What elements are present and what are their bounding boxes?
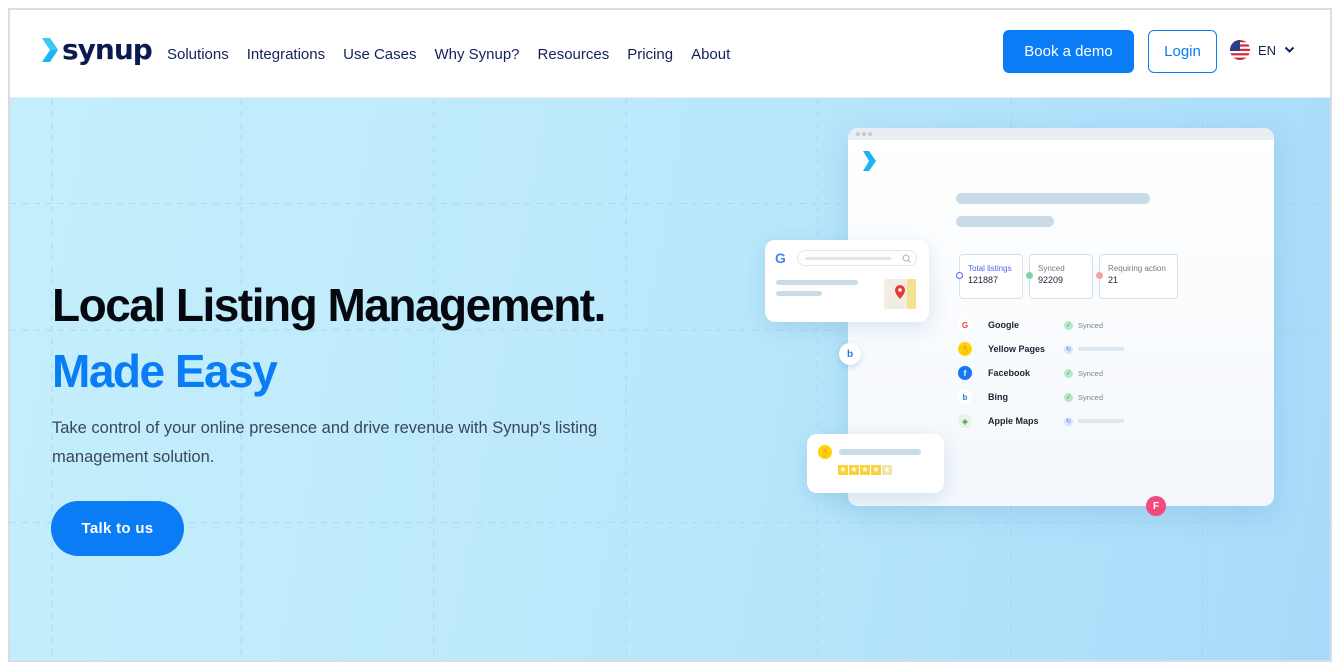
listing-row-apple-maps: ◈ Apple Maps ↻ — [958, 413, 1124, 429]
login-button[interactable]: Login — [1148, 30, 1217, 73]
review-card: ✋ ★ ★ ★ ★ ★ — [807, 434, 944, 493]
listing-name: Bing — [988, 392, 1008, 402]
listing-status: ✓ Synced — [1064, 320, 1104, 330]
listing-name: Google — [988, 320, 1019, 330]
stat-value: 21 — [1108, 275, 1119, 285]
synup-logo-mark-icon — [42, 38, 58, 62]
listing-status: ↻ — [1064, 416, 1124, 426]
star-icon: ★ — [860, 465, 870, 475]
synup-logo[interactable]: synup — [40, 33, 153, 66]
stat-label: Synced — [1038, 264, 1065, 273]
syncing-icon: ↻ — [1064, 344, 1073, 354]
nav-item-resources[interactable]: Resources — [538, 46, 610, 63]
listing-status: ✓ Synced — [1064, 368, 1104, 378]
nav-item-why-synup[interactable]: Why Synup? — [434, 46, 519, 63]
facebook-icon: f — [958, 366, 972, 380]
syncing-icon: ↻ — [1064, 416, 1073, 426]
star-icon: ★ — [871, 465, 881, 475]
stat-dot — [1026, 272, 1033, 279]
search-icon — [902, 254, 911, 263]
stat-label: Requiring action — [1108, 264, 1166, 273]
skeleton-line — [956, 193, 1150, 204]
star-half-icon: ★ — [882, 465, 892, 475]
stat-dot — [956, 272, 963, 279]
map-pin-icon — [884, 279, 916, 309]
stat-label: Total listings — [968, 264, 1012, 273]
yellow-pages-icon: ✋ — [958, 342, 972, 356]
listing-name: Yellow Pages — [988, 344, 1046, 354]
stat-total-listings: Total listings 121887 — [956, 254, 1023, 299]
skeleton-line — [805, 257, 891, 260]
listing-row-yellow-pages: ✋ Yellow Pages ↻ — [958, 341, 1124, 357]
listing-name: Facebook — [988, 368, 1031, 378]
page-frame: synup Solutions Integrations Use Cases W… — [8, 8, 1332, 662]
chevron-down-icon — [1284, 46, 1295, 53]
listing-row-facebook: f Facebook ✓ Synced — [958, 365, 1103, 381]
nav-item-integrations[interactable]: Integrations — [247, 46, 325, 63]
apple-maps-icon: ◈ — [958, 414, 972, 428]
listing-status: ↻ — [1064, 344, 1124, 354]
stat-value: 92209 — [1038, 275, 1064, 285]
site-header: synup Solutions Integrations Use Cases W… — [10, 10, 1330, 98]
star-icon: ★ — [849, 465, 859, 475]
skeleton-line — [776, 280, 858, 285]
book-demo-button[interactable]: Book a demo — [1003, 30, 1134, 73]
check-icon: ✓ — [1064, 320, 1073, 330]
hero-description: Take control of your online presence and… — [52, 419, 598, 466]
star-rating: ★ ★ ★ ★ ★ — [838, 465, 892, 475]
status-text: Synced — [1078, 392, 1104, 402]
window-dot — [862, 132, 866, 136]
skeleton-line — [776, 291, 822, 296]
listing-name: Apple Maps — [988, 416, 1039, 426]
stat-dot — [1096, 272, 1103, 279]
listing-row-bing: b Bing ✓ Synced — [958, 389, 1103, 405]
skeleton-line — [839, 449, 921, 455]
check-icon: ✓ — [1064, 392, 1073, 402]
google-search-card: G — [765, 240, 929, 322]
nav-item-pricing[interactable]: Pricing — [627, 46, 673, 63]
listing-row-google: G Google ✓ Synced — [958, 317, 1103, 333]
listing-status: ✓ Synced — [1064, 392, 1104, 402]
star-icon: ★ — [838, 465, 848, 475]
stat-requiring-action: Requiring action 21 — [1096, 254, 1178, 299]
sync-progress — [1078, 419, 1124, 423]
stat-value: 121887 — [968, 275, 999, 285]
main-nav: Solutions Integrations Use Cases Why Syn… — [167, 10, 748, 98]
hero-subtitle: Made Easy — [52, 345, 278, 397]
sync-progress — [1078, 347, 1124, 351]
status-text: Synced — [1078, 320, 1104, 330]
status-text: Synced — [1078, 368, 1104, 378]
search-bar — [797, 250, 917, 266]
yellow-pages-icon: ✋ — [818, 445, 832, 459]
bing-float-icon: b — [839, 343, 861, 365]
window-bar — [848, 128, 1274, 140]
language-selector[interactable]: EN — [1230, 40, 1295, 60]
brand-name: synup — [62, 33, 153, 66]
google-icon: G — [958, 318, 972, 332]
skeleton-line — [956, 216, 1054, 227]
synup-mini-logo-icon — [863, 151, 876, 171]
language-code: EN — [1258, 42, 1277, 58]
nav-item-solutions[interactable]: Solutions — [167, 46, 229, 63]
nav-item-use-cases[interactable]: Use Cases — [343, 46, 416, 63]
talk-to-us-button[interactable]: Talk to us — [51, 501, 184, 556]
us-flag-icon — [1230, 40, 1250, 60]
stat-synced: Synced 92209 — [1026, 254, 1093, 299]
bing-icon: b — [958, 390, 972, 404]
foursquare-icon: F — [1146, 496, 1166, 516]
window-dot — [856, 132, 860, 136]
google-icon: G — [775, 250, 786, 266]
window-dot — [868, 132, 872, 136]
check-icon: ✓ — [1064, 368, 1073, 378]
nav-item-about[interactable]: About — [691, 46, 730, 63]
hero-title: Local Listing Management. — [52, 279, 606, 331]
